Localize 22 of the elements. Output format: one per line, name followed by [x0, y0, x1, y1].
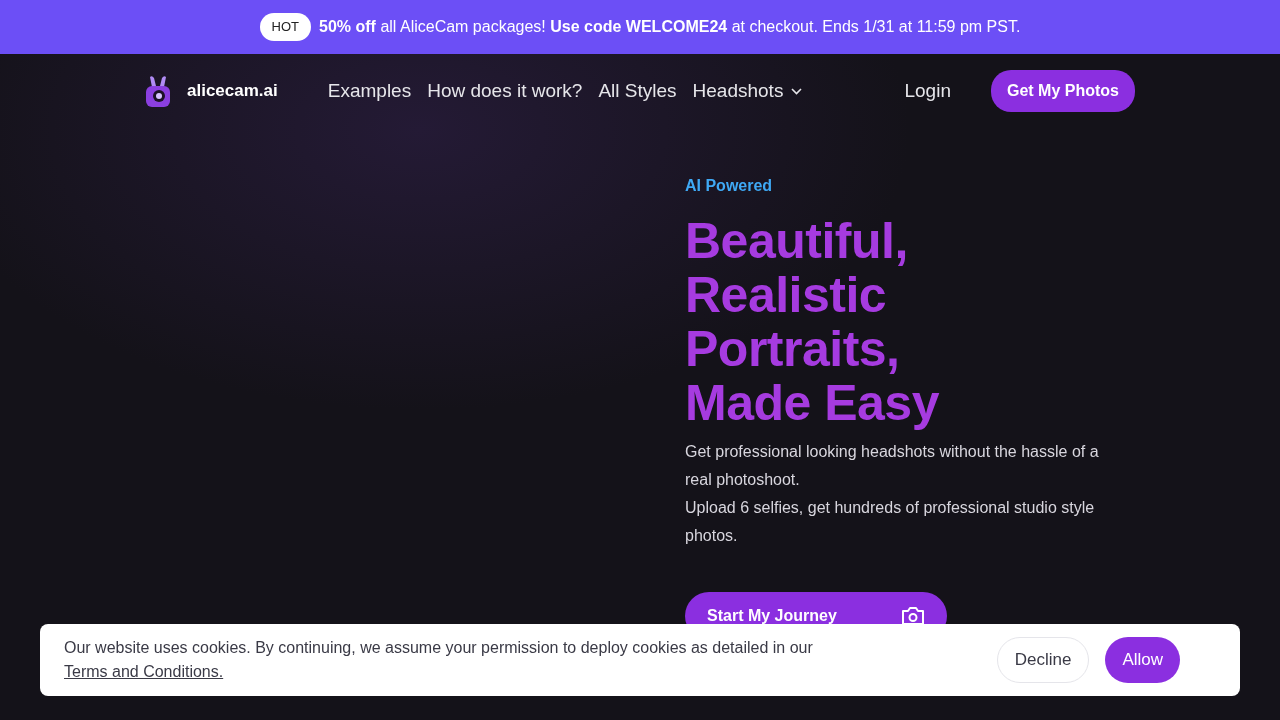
get-photos-button[interactable]: Get My Photos [991, 70, 1135, 112]
nav-link[interactable]: All Styles [598, 76, 677, 106]
chevron-down-icon [791, 87, 803, 95]
nav-link[interactable]: Examples [327, 76, 412, 106]
hero-paragraph: Get professional looking headshots without the hassle of a real photoshoot. [685, 442, 1100, 490]
promo-text: 50% off all AliceCam packages! Use code WELCOME24 at checkout. Ends 1/31 at 11:59 pm PST. [319, 17, 1021, 37]
hot-badge: HOT [259, 13, 312, 41]
bunny-camera-logo-icon[interactable] [145, 74, 171, 108]
terms-link[interactable]: Terms and Conditions. [64, 663, 224, 680]
decline-button[interactable]: Decline [996, 637, 1090, 683]
headline-line: Made Easy [685, 376, 940, 430]
headline-line: Realistic [685, 268, 888, 322]
cookie-text: Our website uses cookies. By continuing, we assume your permission to deploy cookies as detailed in our [64, 638, 813, 658]
hero-paragraph: Upload 6 selfies, get hundreds of professional studio style photos. [685, 498, 1096, 546]
allow-button[interactable]: Allow [1105, 637, 1180, 683]
login-link[interactable]: Login [904, 76, 951, 106]
eyebrow-text: AI Powered [685, 176, 774, 196]
nav-link[interactable]: How does it work? [427, 76, 583, 106]
headline-line: Beautiful, [685, 214, 909, 268]
nav-link[interactable]: Headshots [692, 76, 803, 106]
brand-name[interactable]: alicecam.ai [187, 78, 278, 104]
headline-line: Portraits, [685, 322, 901, 376]
